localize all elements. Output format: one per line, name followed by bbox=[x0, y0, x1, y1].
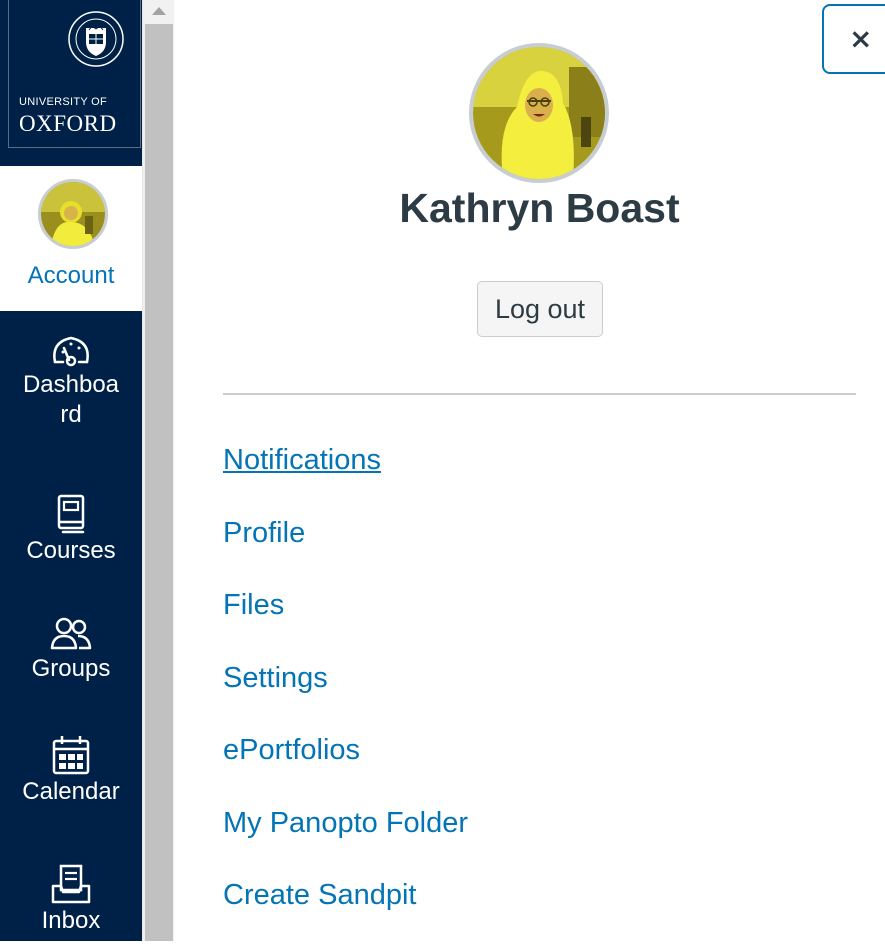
nav-item-dashboard[interactable]: Dashboa rd bbox=[0, 330, 142, 430]
scrollbar-thumb[interactable] bbox=[145, 24, 173, 941]
user-name: Kathryn Boast bbox=[399, 185, 680, 231]
nav-label-calendar: Calendar bbox=[22, 778, 120, 805]
list-item: ePortfolios bbox=[223, 730, 468, 803]
link-my-panopto-folder[interactable]: My Panopto Folder bbox=[223, 807, 468, 839]
global-nav: UNIVERSITY OF OXFORD Account Dashboa rd bbox=[0, 0, 142, 941]
profile-avatar bbox=[469, 43, 609, 183]
link-profile[interactable]: Profile bbox=[223, 517, 305, 549]
link-settings[interactable]: Settings bbox=[223, 662, 328, 694]
profile-photo bbox=[473, 47, 605, 179]
calendar-icon bbox=[52, 736, 90, 775]
groups-icon bbox=[50, 617, 92, 650]
link-notifications[interactable]: Notifications bbox=[223, 444, 381, 476]
link-create-sandpit[interactable]: Create Sandpit bbox=[223, 879, 416, 911]
list-item: Notifications bbox=[223, 440, 468, 513]
nav-item-inbox[interactable]: Inbox bbox=[0, 862, 142, 936]
university-logo[interactable]: UNIVERSITY OF OXFORD bbox=[8, 0, 141, 148]
dashboard-icon bbox=[53, 336, 89, 367]
list-item: Profile bbox=[223, 513, 468, 586]
nav-item-account[interactable]: Account bbox=[0, 166, 142, 311]
link-eportfolios[interactable]: ePortfolios bbox=[223, 734, 360, 766]
inbox-icon bbox=[51, 864, 91, 904]
nav-label-groups: Groups bbox=[31, 655, 111, 682]
nav-scrollbar[interactable] bbox=[142, 0, 174, 941]
scroll-up-arrow-icon[interactable] bbox=[152, 7, 166, 15]
nav-label-courses: Courses bbox=[26, 537, 116, 564]
nav-label-inbox: Inbox bbox=[41, 907, 101, 934]
tray-divider bbox=[223, 393, 856, 395]
oxford-crest-icon bbox=[68, 11, 124, 67]
nav-item-groups[interactable]: Groups bbox=[0, 614, 142, 684]
list-item: Create Sandpit bbox=[223, 875, 468, 948]
account-links-list: Notifications Profile Files Settings ePo… bbox=[223, 440, 468, 948]
link-files[interactable]: Files bbox=[223, 589, 284, 621]
list-item: Settings bbox=[223, 658, 468, 731]
close-tray-button[interactable]: × bbox=[822, 4, 885, 74]
close-icon: × bbox=[849, 22, 873, 55]
logo-university-text: UNIVERSITY OF bbox=[19, 96, 108, 108]
nav-label-account: Account bbox=[27, 262, 115, 289]
nav-label-dashboard: Dashboa rd bbox=[22, 371, 120, 428]
logo-oxford-text: OXFORD bbox=[19, 111, 117, 136]
nav-item-courses[interactable]: Courses bbox=[0, 492, 142, 566]
avatar-image bbox=[41, 182, 105, 246]
list-item: My Panopto Folder bbox=[223, 803, 468, 876]
nav-item-calendar[interactable]: Calendar bbox=[0, 733, 142, 807]
courses-icon bbox=[57, 494, 85, 534]
nav-avatar bbox=[38, 179, 108, 249]
logout-button[interactable]: Log out bbox=[477, 281, 603, 337]
list-item: Files bbox=[223, 585, 468, 658]
